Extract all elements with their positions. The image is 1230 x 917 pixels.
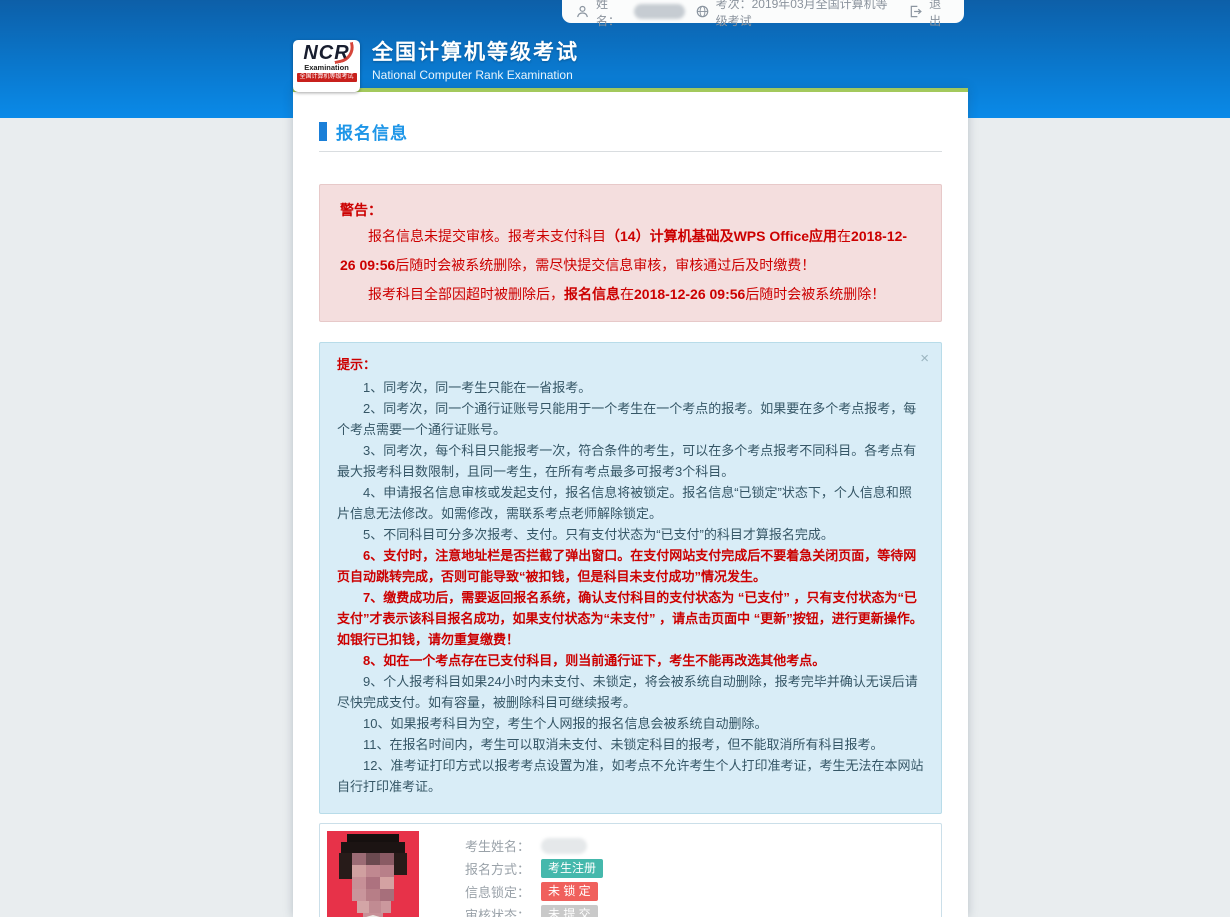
candidate-name-redacted bbox=[634, 4, 684, 19]
person-icon bbox=[576, 5, 589, 18]
tips-item: 11、在报名时间内，考生可以取消未支付、未锁定科目的报考，但不能取消所有科目报考… bbox=[337, 734, 924, 755]
info-label: 考生姓名： bbox=[465, 836, 541, 855]
tips-item: 4、申请报名信息审核或发起支付，报名信息将被锁定。报名信息“已锁定”状态下，个人… bbox=[337, 482, 924, 524]
info-row-name: 考生姓名： bbox=[465, 836, 603, 855]
info-label: 报名方式： bbox=[465, 859, 541, 878]
tips-item: 5、不同科目可分多次报考、支付。只有支付状态为“已支付”的科目才算报名完成。 bbox=[337, 524, 924, 545]
brand-text: 全国计算机等级考试 National Computer Rank Examina… bbox=[372, 40, 579, 84]
info-row-registration-mode: 报名方式： 考生注册 bbox=[465, 859, 603, 878]
candidate-info-card: 考生姓名： 报名方式： 考生注册 信息锁定： 未 锁 定 审核状态： 未 提 交… bbox=[319, 823, 942, 917]
candidate-photo bbox=[327, 831, 419, 917]
page-title: 报名信息 bbox=[336, 119, 408, 144]
status-badge-audit: 未 提 交 bbox=[541, 905, 598, 917]
warning-paragraph: 报考科目全部因超时被删除后，报名信息在2018-12-26 09:56后随时会被… bbox=[340, 280, 921, 309]
tips-item: 1、同考次，同一考生只能在一省报考。 bbox=[337, 377, 924, 398]
warning-text: 报考科目全部因超时被删除后， bbox=[368, 286, 564, 302]
logo-red-swoosh bbox=[331, 42, 356, 64]
tips-title: 提示： bbox=[337, 355, 924, 375]
topbar-session: 考次：2019年03月全国计算机等级考试 bbox=[716, 0, 897, 29]
info-label: 审核状态： bbox=[465, 905, 541, 917]
site-subtitle: National Computer Rank Examination bbox=[372, 66, 579, 84]
close-icon[interactable]: × bbox=[920, 351, 929, 366]
info-row-audit-status: 审核状态： 未 提 交 bbox=[465, 905, 603, 917]
warning-paragraph: 报名信息未提交审核。报考未支付科目（14）计算机基础及WPS Office应用在… bbox=[340, 222, 921, 280]
tips-item: 9、个人报考科目如果24小时内未支付、未锁定，将会被系统自动删除，报考完毕并确认… bbox=[337, 671, 924, 713]
tips-item: 12、准考证打印方式以报考考点设置为准，如考点不允许考生个人打印准考证，考生无法… bbox=[337, 755, 924, 797]
tips-item: 10、如果报考科目为空，考生个人网报的报名信息会被系统自动删除。 bbox=[337, 713, 924, 734]
warning-text: 报名信息未提交审核。报考未支付科目 bbox=[368, 228, 606, 244]
logo-banner: 全国计算机等级考试 bbox=[297, 73, 357, 82]
tips-item: 3、同考次，每个科目只能报考一次，符合条件的考生，可以在多个考点报考不同科目。各… bbox=[337, 440, 924, 482]
status-badge-lock: 未 锁 定 bbox=[541, 882, 598, 901]
ncre-logo: NCR Examination 全国计算机等级考试 bbox=[293, 40, 360, 92]
globe-icon bbox=[696, 5, 709, 18]
tips-item-emphasis: 6、支付时，注意地址栏是否拦截了弹出窗口。在支付网站支付完成后不要着急关闭页面，… bbox=[337, 545, 924, 587]
warning-text: 后随时会被系统删除，需尽快提交信息审核，审核通过后及时缴费！ bbox=[395, 257, 815, 273]
brand-area: NCR Examination 全国计算机等级考试 全国计算机等级考试 Nati… bbox=[293, 40, 579, 92]
tips-panel: × 提示： 1、同考次，同一考生只能在一省报考。 2、同考次，同一个通行证账号只… bbox=[319, 342, 942, 814]
warning-subject-bold: （14）计算机基础及WPS Office应用 bbox=[606, 228, 837, 244]
candidate-info-rows: 考生姓名： 报名方式： 考生注册 信息锁定： 未 锁 定 审核状态： 未 提 交… bbox=[465, 831, 603, 917]
title-divider bbox=[319, 151, 942, 152]
tips-item-emphasis: 8、如在一个考点存在已支付科目，则当前通行证下，考生不能再改选其他考点。 bbox=[337, 650, 924, 671]
warning-deadline-bold: 2018-12-26 09:56 bbox=[634, 286, 745, 302]
warning-text: 在 bbox=[620, 286, 634, 302]
logo-subtext: Examination bbox=[304, 63, 349, 72]
status-badge-registration: 考生注册 bbox=[541, 859, 603, 878]
topbar-name-label: 姓名： bbox=[596, 0, 627, 29]
candidate-name-redacted bbox=[541, 838, 587, 854]
warning-panel: 警告： 报名信息未提交审核。报考未支付科目（14）计算机基础及WPS Offic… bbox=[319, 184, 942, 322]
site-title: 全国计算机等级考试 bbox=[372, 40, 579, 66]
warning-bold: 报名信息 bbox=[564, 286, 620, 302]
content-column: 报名信息 警告： 报名信息未提交审核。报考未支付科目（14）计算机基础及WPS … bbox=[293, 88, 968, 917]
warning-text: 后随时会被系统删除！ bbox=[745, 286, 885, 302]
logout-button[interactable]: 退出 bbox=[929, 0, 950, 29]
title-accent-bar bbox=[319, 122, 327, 141]
tips-item: 2、同考次，同一个通行证账号只能用于一个考生在一个考点的报考。如果要在多个考点报… bbox=[337, 398, 924, 440]
warning-text: 在 bbox=[837, 228, 851, 244]
page-title-row: 报名信息 bbox=[319, 120, 942, 142]
page: 姓名： 考次：2019年03月全国计算机等级考试 退出 NCR Examinat… bbox=[0, 0, 1230, 917]
logout-icon[interactable] bbox=[909, 5, 922, 18]
topbar-session-label: 考次： bbox=[716, 0, 752, 11]
info-label: 信息锁定： bbox=[465, 882, 541, 901]
topbar: 姓名： 考次：2019年03月全国计算机等级考试 退出 bbox=[562, 0, 964, 23]
tips-item-emphasis: 7、缴费成功后，需要返回报名系统，确认支付科目的支付状态为 “已支付” ，只有支… bbox=[337, 587, 924, 650]
info-row-lock-status: 信息锁定： 未 锁 定 bbox=[465, 882, 603, 901]
warning-title: 警告： bbox=[340, 198, 921, 222]
